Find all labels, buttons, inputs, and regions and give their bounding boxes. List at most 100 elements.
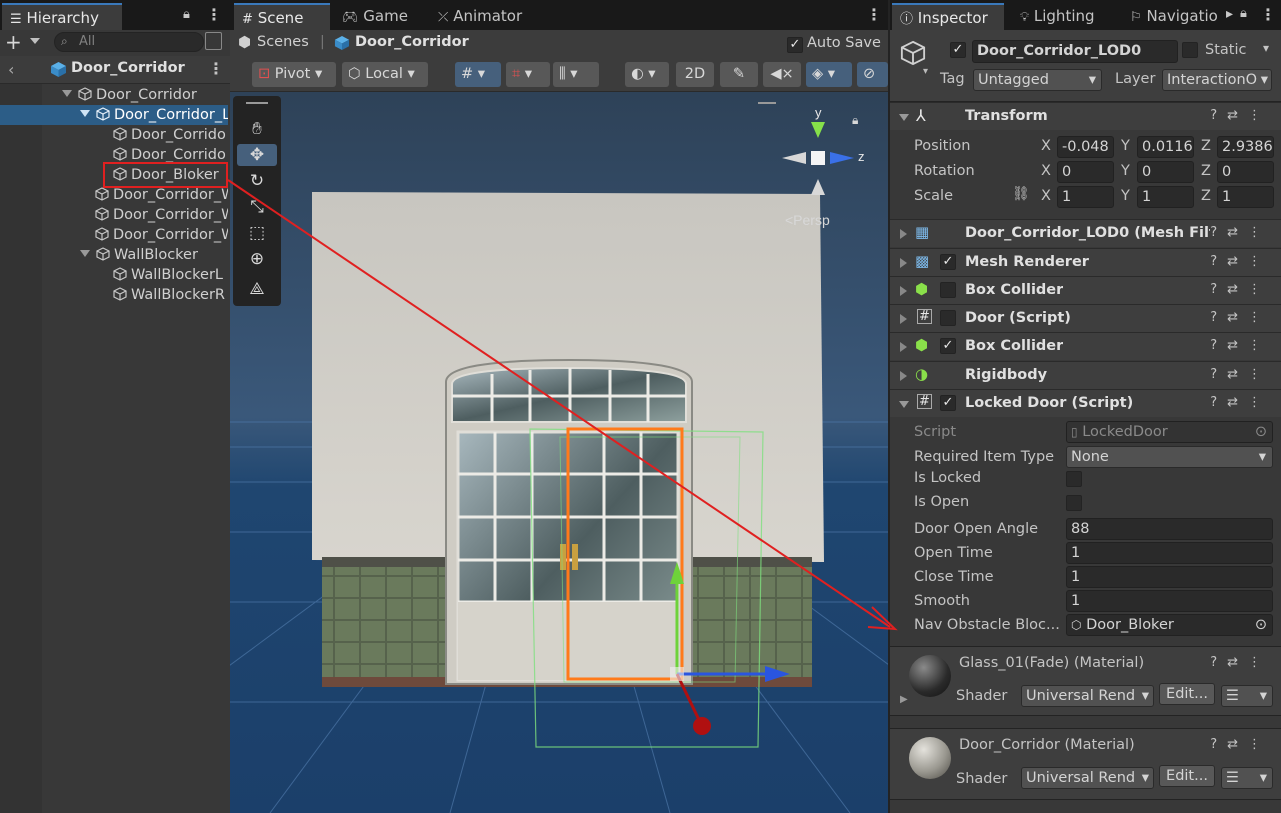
component-actions[interactable]: ?⇄⋮	[1210, 108, 1271, 123]
help-icon[interactable]: ?	[1210, 338, 1227, 353]
component-actions[interactable]: ?⇄⋮	[1210, 655, 1271, 670]
door-script-header[interactable]: # Door (Script) ?⇄⋮	[890, 304, 1281, 332]
box-collider-header-1[interactable]: ⬢ Box Collider ?⇄⋮	[890, 276, 1281, 304]
expand-arrow-icon[interactable]	[900, 286, 907, 296]
help-icon[interactable]: ?	[1210, 282, 1227, 297]
rotation-x-field[interactable]: 0	[1057, 161, 1114, 183]
required-item-type-dropdown[interactable]: None ▾	[1066, 446, 1273, 468]
expand-arrow-icon[interactable]	[900, 229, 907, 239]
preset-icon[interactable]: ⇄	[1227, 225, 1248, 240]
edit-shader-button[interactable]: Edit...	[1159, 683, 1215, 705]
help-icon[interactable]: ?	[1210, 310, 1227, 325]
help-icon[interactable]: ?	[1210, 395, 1227, 410]
expand-arrow-icon[interactable]	[900, 258, 907, 268]
tree-item-door-corridor[interactable]: Door_Corridor	[0, 85, 228, 105]
move-handle-center[interactable]	[670, 667, 684, 681]
gizmo-lock-icon[interactable]: 🔒︎	[852, 113, 858, 127]
mesh-renderer-header[interactable]: ▩ ✓ Mesh Renderer ?⇄⋮	[890, 248, 1281, 276]
hand-tool[interactable]: ✋︎	[237, 118, 277, 140]
component-menu-icon[interactable]: ⋮	[1248, 338, 1271, 353]
shader-options-dropdown[interactable]: ☰ ▾	[1221, 685, 1273, 707]
scale-z-field[interactable]: 1	[1217, 186, 1274, 208]
persp-label[interactable]: <Persp	[785, 212, 830, 228]
tag-dropdown[interactable]: Untagged ▾	[973, 69, 1102, 91]
expand-arrow-icon[interactable]: ▶	[900, 694, 908, 705]
static-dropdown-arrow[interactable]: ▾	[1263, 41, 1269, 55]
object-active-checkbox[interactable]: ✓	[950, 42, 966, 58]
rigidbody-header[interactable]: ◑ Rigidbody ?⇄⋮	[890, 361, 1281, 389]
tree-item-wallblocker[interactable]: WallBlocker	[0, 245, 228, 265]
preset-icon[interactable]: ⇄	[1227, 310, 1248, 325]
tab-hierarchy[interactable]: ☰ Hierarchy	[2, 3, 122, 30]
open-time-field[interactable]: 1	[1066, 542, 1273, 564]
component-menu-icon[interactable]: ⋮	[1248, 108, 1271, 123]
component-menu-icon[interactable]: ⋮	[1248, 282, 1271, 297]
tree-item-door-corridor-lod0[interactable]: Door_Corridor_L	[0, 105, 228, 125]
component-actions[interactable]: ?⇄⋮	[1210, 254, 1271, 269]
scale-y-field[interactable]: 1	[1137, 186, 1194, 208]
tree-item-wallblocker-r[interactable]: WallBlockerR	[0, 285, 228, 305]
smooth-field[interactable]: 1	[1066, 590, 1273, 612]
tab-overflow-icon[interactable]: ▸	[1226, 6, 1233, 22]
component-menu-icon[interactable]: ⋮	[1248, 310, 1271, 325]
scale-tool[interactable]: ⤡	[237, 196, 277, 218]
collapse-arrow-icon[interactable]	[899, 401, 909, 408]
tree-item-door-corridor-child-1[interactable]: Door_Corrido	[0, 125, 228, 145]
help-icon[interactable]: ?	[1210, 737, 1227, 752]
pivot-dropdown[interactable]: ⊡ Pivot ▾	[252, 62, 336, 87]
is-locked-checkbox[interactable]	[1066, 471, 1082, 487]
scene-menu-icon[interactable]: ⋮	[208, 59, 224, 78]
create-button[interactable]: +	[5, 32, 22, 52]
component-actions[interactable]: ?⇄⋮	[1210, 737, 1271, 752]
component-actions[interactable]: ?⇄⋮	[1210, 225, 1271, 240]
position-y-field[interactable]: 0.0116	[1137, 136, 1194, 158]
gizmo-drag-handle[interactable]	[758, 102, 776, 104]
effects-button[interactable]: ◈ ▾	[806, 62, 852, 87]
tab-navigation[interactable]: ⚐ Navigatio	[1122, 3, 1232, 30]
expand-arrow-icon[interactable]	[80, 110, 90, 117]
component-enabled-checkbox[interactable]	[940, 310, 956, 326]
grid-snap-button[interactable]: # ▾	[455, 62, 501, 87]
shader-dropdown[interactable]: Universal Rend ▾	[1021, 767, 1154, 789]
2d-toggle-button[interactable]: 2D	[676, 62, 714, 87]
help-icon[interactable]: ?	[1210, 254, 1227, 269]
layer-dropdown[interactable]: InteractionO ▾	[1162, 69, 1272, 91]
shader-options-dropdown[interactable]: ☰ ▾	[1221, 767, 1273, 789]
lighting-toggle-button[interactable]: ✎	[720, 62, 758, 87]
expand-arrow-icon[interactable]	[900, 371, 907, 381]
expand-arrow-icon[interactable]	[900, 314, 907, 324]
preset-icon[interactable]: ⇄	[1227, 395, 1248, 410]
help-icon[interactable]: ?	[1210, 108, 1227, 123]
lock-icon[interactable]: 🔒︎	[183, 7, 190, 22]
collapse-arrow-icon[interactable]	[899, 114, 909, 121]
shader-dropdown[interactable]: Universal Rend ▾	[1021, 685, 1154, 707]
edit-shader-button[interactable]: Edit...	[1159, 765, 1215, 787]
help-icon[interactable]: ?	[1210, 367, 1227, 382]
preset-icon[interactable]: ⇄	[1227, 655, 1248, 670]
inspector-lock-icon[interactable]: 🔒︎	[1240, 6, 1247, 21]
local-dropdown[interactable]: ⬡ Local ▾	[342, 62, 428, 87]
breadcrumb-scenes[interactable]: Scenes	[257, 34, 309, 50]
hierarchy-search[interactable]: ⌕ All	[54, 32, 204, 52]
constrain-proportions-icon[interactable]: ⛓︎	[1012, 186, 1030, 202]
component-actions[interactable]: ?⇄⋮	[1210, 338, 1271, 353]
component-menu-icon[interactable]: ⋮	[1248, 254, 1271, 269]
preset-icon[interactable]: ⇄	[1227, 254, 1248, 269]
transform-tool[interactable]: ⊕	[237, 248, 277, 270]
door-open-angle-field[interactable]: 88	[1066, 518, 1273, 540]
component-enabled-checkbox[interactable]: ✓	[940, 395, 956, 411]
component-actions[interactable]: ?⇄⋮	[1210, 282, 1271, 297]
preset-icon[interactable]: ⇄	[1227, 338, 1248, 353]
create-dropdown-icon[interactable]	[30, 38, 40, 44]
mesh-filter-header[interactable]: ▦ Door_Corridor_LOD0 (Mesh Filte ?⇄⋮	[890, 219, 1281, 247]
rotation-y-field[interactable]: 0	[1137, 161, 1194, 183]
expand-arrow-icon[interactable]	[80, 250, 90, 257]
close-time-field[interactable]: 1	[1066, 566, 1273, 588]
audio-toggle-button[interactable]: ◀×	[763, 62, 801, 87]
preset-icon[interactable]: ⇄	[1227, 737, 1248, 752]
visibility-button[interactable]: ⊘	[857, 62, 888, 87]
component-menu-icon[interactable]: ⋮	[1248, 225, 1271, 240]
object-picker-icon[interactable]: ⊙	[1255, 615, 1267, 635]
component-menu-icon[interactable]: ⋮	[1248, 395, 1271, 410]
rect-tool[interactable]: ⬚	[237, 222, 277, 244]
